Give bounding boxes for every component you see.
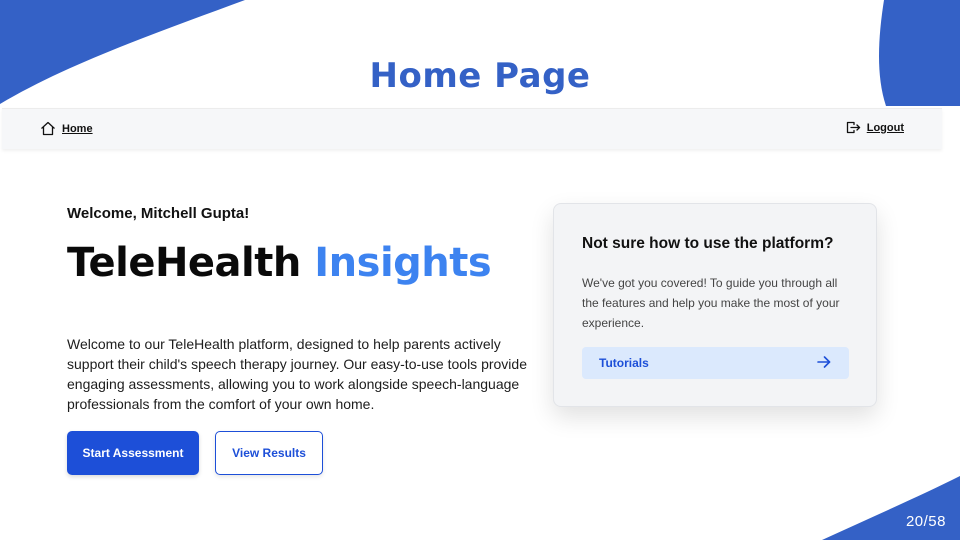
help-card: Not sure how to use the platform? We've … [553, 203, 877, 407]
home-icon [40, 121, 56, 136]
view-results-button[interactable]: View Results [215, 431, 323, 475]
arrow-right-icon [817, 355, 831, 371]
tutorials-button[interactable]: Tutorials [582, 347, 849, 379]
hero-title-accent: Insights [314, 240, 492, 286]
page-title: Home Page [369, 56, 591, 96]
intro-paragraph: Welcome to our TeleHealth platform, desi… [67, 336, 527, 412]
help-card-title: Not sure how to use the platform? [582, 235, 834, 252]
nav-home-label: Home [62, 122, 93, 135]
nav-logout-label: Logout [866, 121, 904, 134]
nav-home-link[interactable]: Home [40, 121, 93, 136]
start-assessment-button[interactable]: Start Assessment [67, 431, 199, 475]
hero-title: TeleHealth Insights [67, 240, 492, 286]
tutorials-label: Tutorials [599, 356, 649, 370]
logout-icon [846, 121, 861, 134]
hero-title-main: TeleHealth [67, 240, 301, 286]
help-card-text: We've got you covered! To guide you thro… [582, 276, 840, 330]
bottom-right-blob [822, 476, 960, 540]
welcome-message: Welcome, Mitchell Gupta! [67, 205, 250, 222]
top-navbar: Home Logout [2, 108, 942, 149]
nav-logout-link[interactable]: Logout [846, 121, 904, 134]
page-number: 20/58 [905, 513, 946, 530]
